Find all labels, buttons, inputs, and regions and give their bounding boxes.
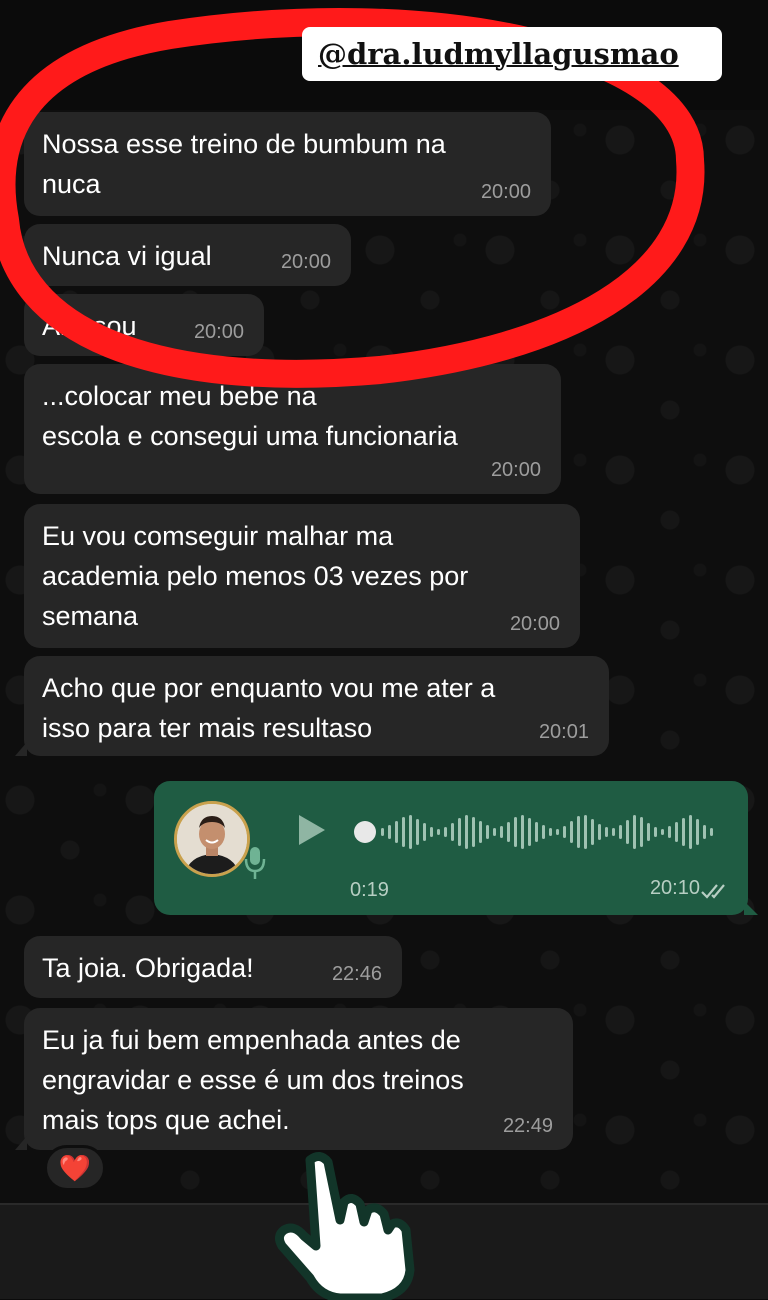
waveform-bar bbox=[710, 828, 713, 836]
waveform-bar bbox=[458, 818, 461, 846]
message-time: 20:01 bbox=[538, 721, 589, 743]
waveform-bar bbox=[633, 815, 636, 849]
waveform-bar bbox=[486, 825, 489, 839]
waveform-bar bbox=[598, 824, 601, 840]
waveform-bar bbox=[521, 815, 524, 849]
message-text: Eu ja fui bem empenhada antes de engravi… bbox=[42, 1025, 464, 1135]
play-icon[interactable] bbox=[299, 815, 325, 845]
message-text: ...colocar meu bebe na escola e consegui… bbox=[42, 381, 458, 451]
message-time: 20:00 bbox=[193, 321, 244, 343]
waveform-bar bbox=[563, 826, 566, 838]
avatar bbox=[174, 801, 250, 877]
message-bubble[interactable]: Eu vou comseguir malhar ma academia pelo… bbox=[24, 504, 580, 648]
waveform-bar bbox=[409, 815, 412, 849]
waveform-bar bbox=[570, 821, 573, 843]
waveform-bar bbox=[661, 829, 664, 835]
bubble-tail bbox=[15, 1136, 27, 1150]
waveform bbox=[381, 815, 713, 849]
waveform-bar bbox=[472, 817, 475, 847]
waveform-bar bbox=[437, 829, 440, 835]
instagram-handle-tag: @dra.ludmyllagusmao bbox=[302, 27, 722, 81]
waveform-bar bbox=[647, 823, 650, 841]
waveform-bar bbox=[668, 826, 671, 838]
waveform-bar bbox=[535, 822, 538, 842]
heart-reaction[interactable]: ❤️ bbox=[44, 1145, 106, 1191]
waveform-bar bbox=[696, 819, 699, 845]
waveform-bar bbox=[430, 827, 433, 837]
message-text: Eu vou comseguir malhar ma academia pelo… bbox=[42, 521, 469, 631]
message-bubble[interactable]: Acho que por enquanto vou me ater a isso… bbox=[15, 656, 609, 756]
message-time: 22:46 bbox=[331, 963, 382, 985]
chat-area: Nossa esse treino de bumbum na nuca 20:0… bbox=[0, 110, 768, 1203]
message-bubble[interactable]: Nossa esse treino de bumbum na nuca 20:0… bbox=[24, 112, 551, 216]
waveform-bar bbox=[479, 821, 482, 843]
waveform-bar bbox=[395, 821, 398, 843]
message-time: 20:00 bbox=[280, 251, 331, 273]
waveform-bar bbox=[388, 825, 391, 839]
message-time: 22:49 bbox=[502, 1115, 553, 1137]
waveform-bar bbox=[640, 817, 643, 847]
waveform-bar bbox=[591, 819, 594, 845]
voice-duration: 0:19 bbox=[350, 879, 389, 901]
waveform-bar bbox=[703, 825, 706, 839]
waveform-bar bbox=[465, 815, 468, 849]
waveform-bar bbox=[416, 819, 419, 845]
mic-icon bbox=[244, 847, 266, 879]
waveform-bar bbox=[689, 815, 692, 849]
message-time: 20:00 bbox=[509, 613, 560, 635]
message-bubble[interactable]: Nunca vi igual 20:00 bbox=[24, 224, 351, 286]
waveform-bar bbox=[556, 829, 559, 835]
waveform-bar bbox=[402, 817, 405, 847]
waveform-bar bbox=[493, 828, 496, 836]
message-text: Nossa esse treino de bumbum na nuca bbox=[42, 129, 446, 199]
message-text: Acho que por enquanto vou me ater a isso… bbox=[42, 673, 496, 743]
pointing-hand-icon bbox=[274, 1152, 415, 1300]
message-bubble[interactable]: Arrasou 20:00 bbox=[24, 294, 264, 356]
bubble-tail bbox=[744, 901, 758, 915]
bubble-tail bbox=[15, 742, 27, 756]
waveform-bar bbox=[423, 823, 426, 841]
voice-message[interactable]: 0:19 20:10 bbox=[154, 781, 758, 915]
waveform-bar bbox=[549, 828, 552, 836]
waveform-bar bbox=[577, 816, 580, 848]
waveform-bar bbox=[612, 828, 615, 836]
message-bubble[interactable]: Eu ja fui bem empenhada antes de engravi… bbox=[15, 1008, 573, 1150]
waveform-bar bbox=[654, 827, 657, 837]
waveform-bar bbox=[626, 820, 629, 844]
message-bubble[interactable]: Ta joia. Obrigada! 22:46 bbox=[24, 936, 402, 998]
waveform-bar bbox=[507, 822, 510, 842]
waveform-bar bbox=[682, 818, 685, 846]
waveform-bar bbox=[619, 825, 622, 839]
message-time: 20:00 bbox=[490, 459, 541, 481]
waveform-bar bbox=[528, 818, 531, 846]
voice-time: 20:10 bbox=[649, 877, 700, 899]
message-time: 20:00 bbox=[480, 181, 531, 203]
waveform-bar bbox=[675, 822, 678, 842]
waveform-bar bbox=[605, 827, 608, 837]
waveform-bar bbox=[514, 817, 517, 847]
double-check-icon bbox=[701, 884, 725, 899]
waveform-bar bbox=[444, 827, 447, 837]
waveform-bar bbox=[584, 815, 587, 849]
message-bubble[interactable]: ...colocar meu bebe na escola e consegui… bbox=[24, 364, 561, 494]
waveform-bar bbox=[381, 828, 384, 836]
waveform-bar bbox=[500, 826, 503, 838]
playback-scrubber[interactable] bbox=[354, 821, 376, 843]
waveform-bar bbox=[451, 823, 454, 841]
waveform-bar bbox=[542, 825, 545, 839]
